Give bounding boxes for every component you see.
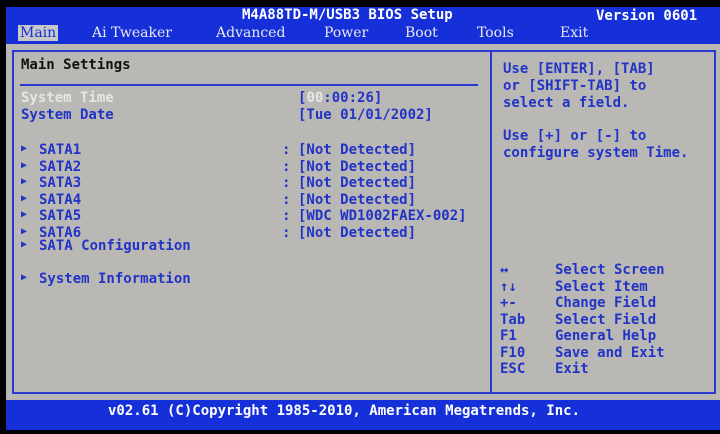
key-name: ↑↓ [500,278,517,295]
help-line: Use [+] or [-] to [503,128,647,144]
colon: : [282,224,291,241]
sata-port-label[interactable]: SATA3 [39,175,81,191]
colon: : [282,191,291,208]
key-name: ESC [500,361,526,377]
arrow-icon: ▶ [21,176,28,187]
sata-port-label[interactable]: SATA2 [39,159,81,175]
tab-tools[interactable]: Tools [477,25,514,41]
arrow-icon: ▶ [21,192,28,204]
arrow-icon: ▶ [21,209,28,220]
arrow-icon: ▶ [21,225,28,237]
help-line: or [SHIFT-TAB] to [503,78,647,94]
system-date-value[interactable]: [Tue 01/01/2002] [298,107,433,123]
sata-port-value: [Not Detected] [298,175,417,191]
key-description: Change Field [555,295,657,311]
colon: : [282,158,291,175]
sata-port-label[interactable]: SATA5 [39,208,81,224]
sata-port-value: [WDC WD1002FAEX-002] [298,208,467,224]
colon: : [282,208,291,224]
sata-configuration-item[interactable]: SATA Configuration [39,238,191,254]
system-date-label[interactable]: System Date [21,107,114,123]
key-description: Select Item [555,278,648,295]
key-name: +- [500,295,517,311]
key-name: Tab [500,311,526,328]
hour-field[interactable]: 00 [306,90,323,106]
divider [20,84,478,86]
section-title: Main Settings [21,57,131,73]
menu-bar: Main Ai Tweaker Advanced Power Boot Tool… [6,24,720,44]
title-bar: M4A88TD-M/USB3 BIOS Setup Version 0601 [6,7,720,24]
key-description: Select Screen [555,262,665,278]
sata-port-label[interactable]: SATA4 [39,192,81,208]
copyright: v02.61 (C)Copyright 1985-2010, American … [108,403,581,419]
bios-title: M4A88TD-M/USB3 BIOS Setup [242,7,453,23]
key-name: F1 [500,328,517,344]
sata-port-value: [Not Detected] [298,224,417,241]
sata-port-value: [Not Detected] [298,191,417,208]
key-description: Select Field [555,311,657,328]
sata-port-value: [Not Detected] [298,158,417,175]
tab-ai-tweaker[interactable]: Ai Tweaker [92,25,172,41]
tab-power[interactable]: Power [324,25,368,41]
sata-port-label[interactable]: SATA1 [39,142,81,158]
help-line: configure system Time. [503,145,689,161]
system-information-item[interactable]: System Information [39,271,191,287]
arrow-icon: ▶ [21,239,28,250]
system-time-label[interactable]: System Time [21,90,114,106]
tab-boot[interactable]: Boot [405,25,438,41]
colon: : [282,175,291,191]
key-description: General Help [555,328,657,344]
tab-advanced[interactable]: Advanced [216,25,285,41]
tab-exit[interactable]: Exit [560,25,588,41]
arrow-icon: ▶ [21,272,28,283]
key-name: ↔ [500,262,509,278]
arrow-icon: ▶ [21,143,28,154]
key-description: Exit [555,361,589,377]
key-description: Save and Exit [555,344,665,361]
help-line: Use [ENTER], [TAB] [503,61,655,77]
key-name: F10 [500,344,526,361]
tab-main[interactable]: Main [18,25,59,41]
footer-bar: v02.61 (C)Copyright 1985-2010, American … [6,400,720,430]
colon: : [282,142,291,158]
bios-version: Version 0601 [596,8,698,24]
arrow-icon: ▶ [21,159,28,171]
help-line: select a field. [503,95,630,111]
system-time-value[interactable]: [00:00:26] [298,90,382,106]
sata-port-value: [Not Detected] [298,142,417,158]
time-rest: :00:26] [323,90,383,106]
